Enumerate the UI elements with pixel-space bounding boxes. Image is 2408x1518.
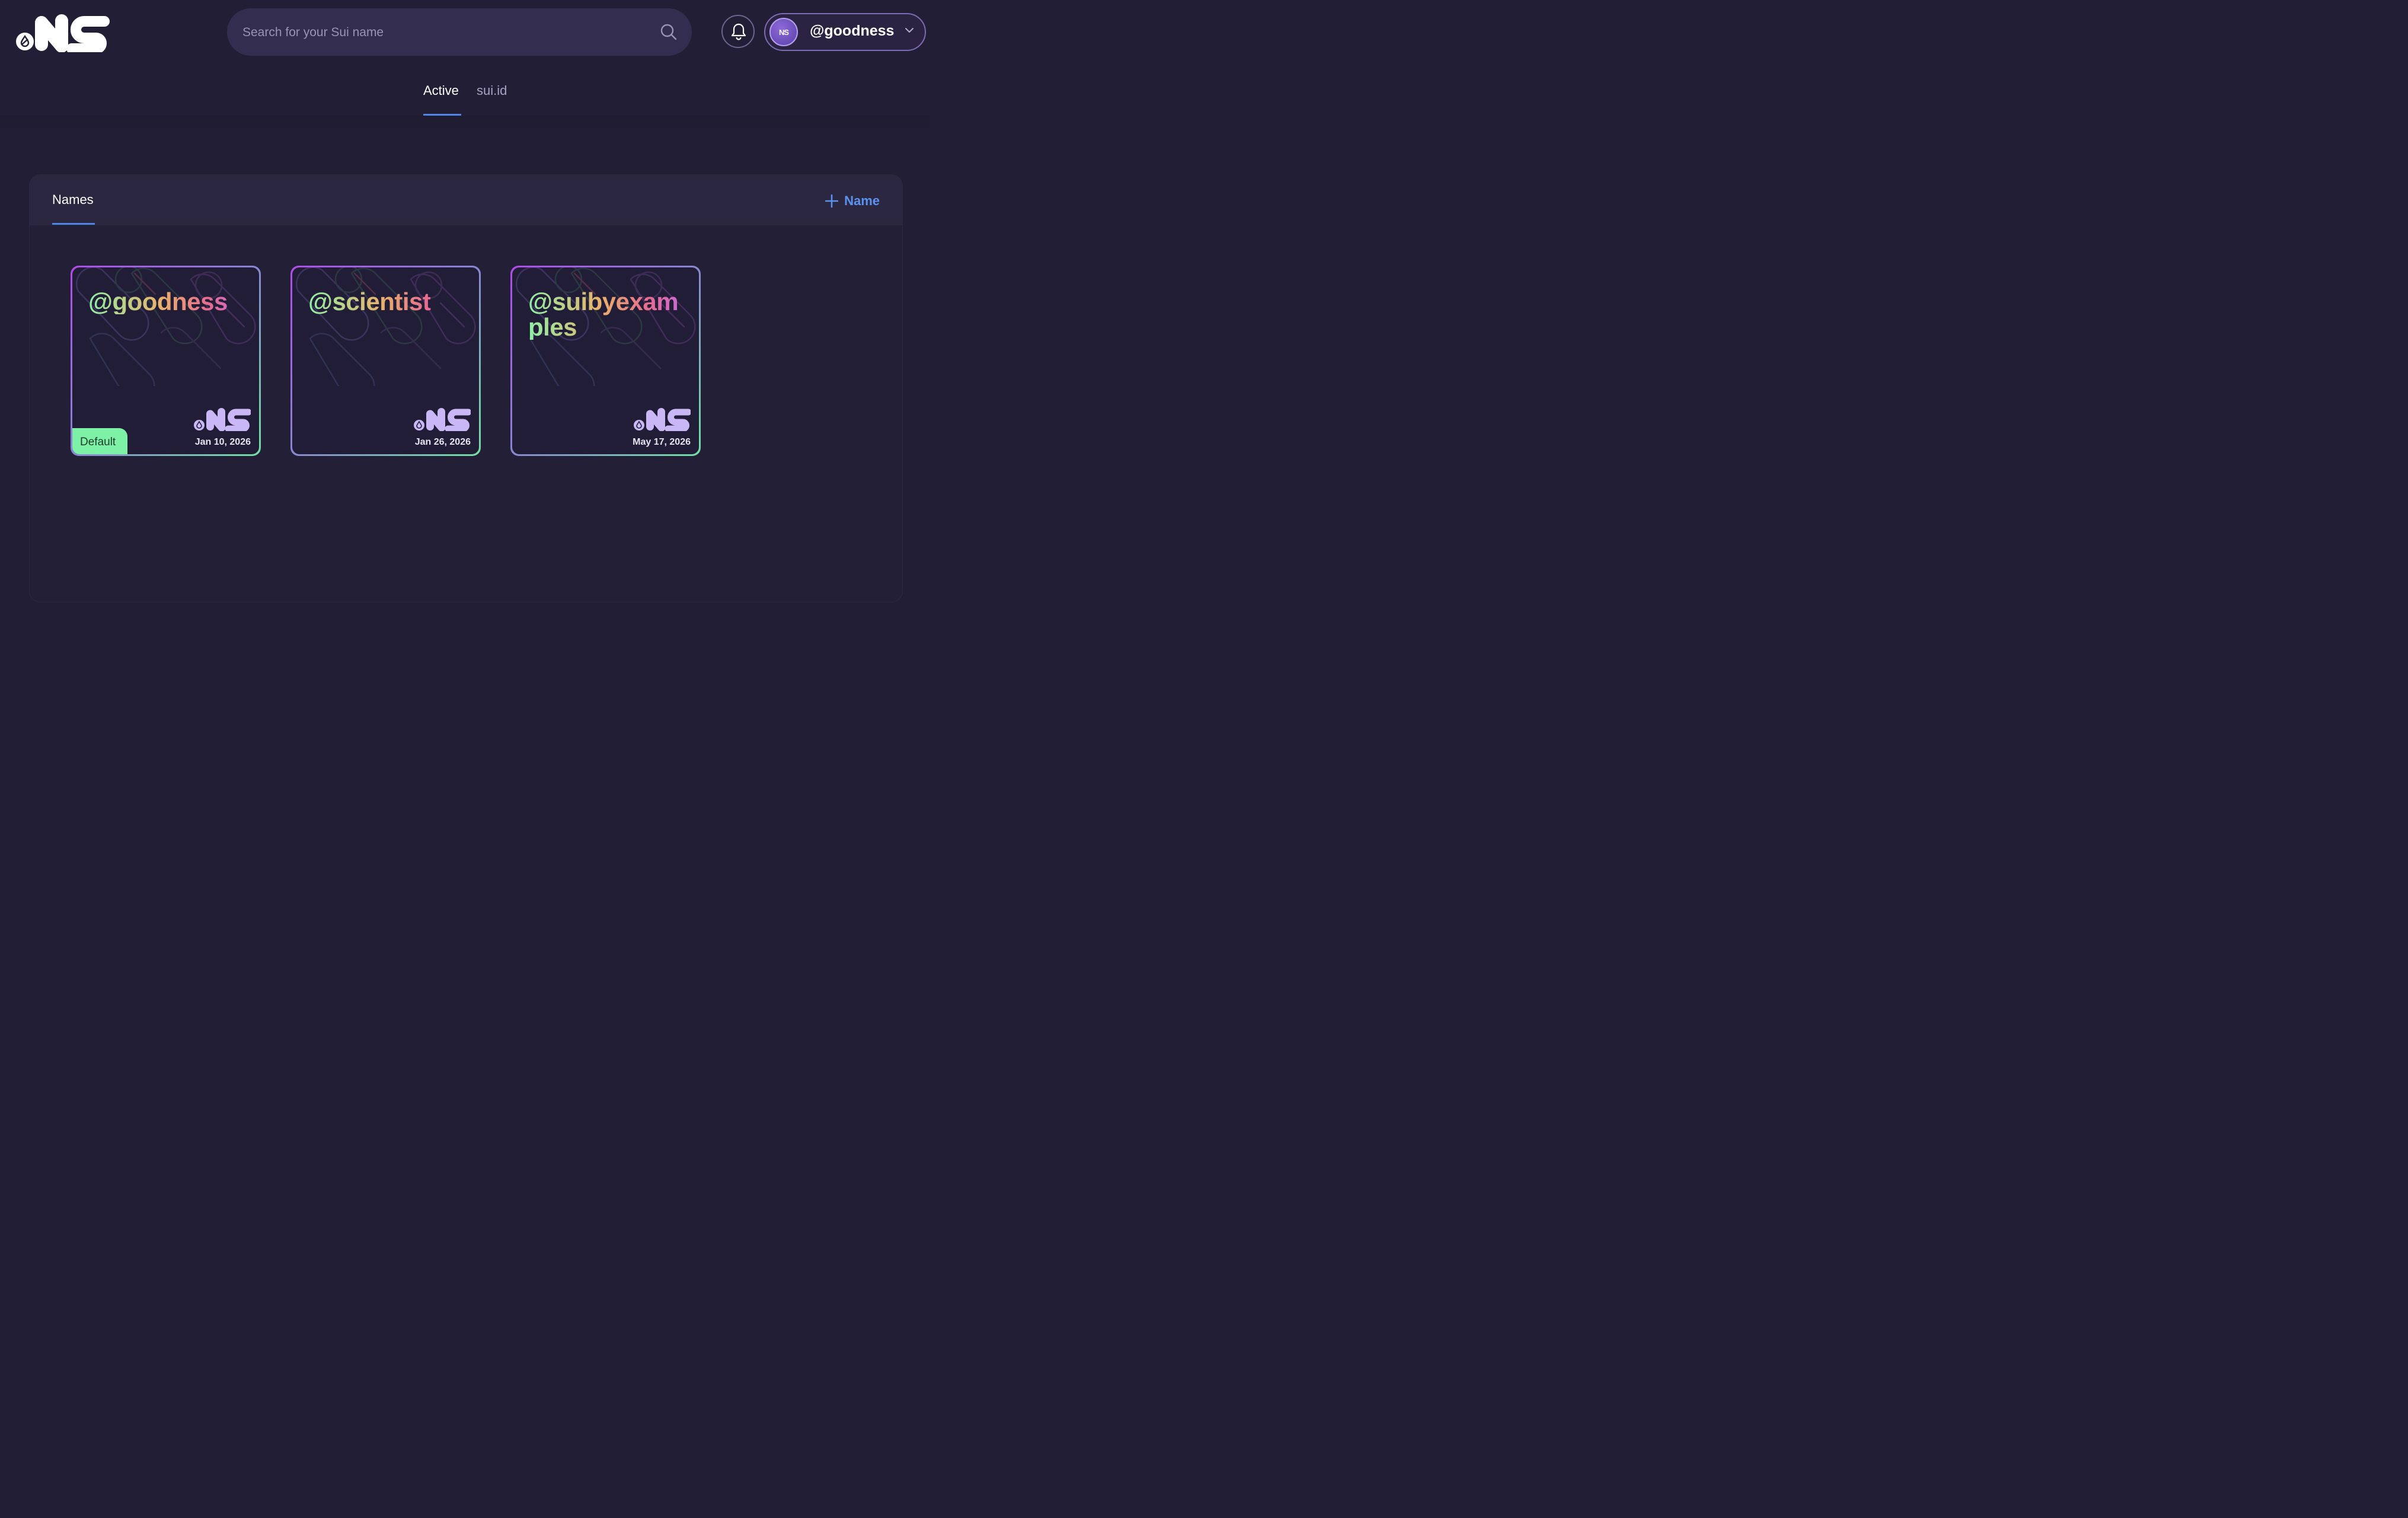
- name-card-goodness[interactable]: @goodness Jan 10, 2026 Default: [71, 266, 261, 456]
- ns-logo-icon: [194, 408, 251, 431]
- card-pattern: [75, 267, 256, 386]
- names-tab-indicator: [52, 223, 95, 225]
- avatar: NS: [769, 18, 798, 46]
- card-expiry-date: Jan 10, 2026: [194, 437, 251, 447]
- name-card-suibyexamples[interactable]: @suibyexamples May 17, 2026: [510, 266, 701, 456]
- card-name: @scientist: [308, 289, 468, 314]
- name-card-scientist[interactable]: @scientist Jan 26, 2026: [290, 266, 481, 456]
- card-expiry-date: May 17, 2026: [633, 437, 691, 447]
- account-menu-button[interactable]: NS @goodness: [764, 13, 926, 51]
- add-name-label: Name: [844, 193, 880, 208]
- tab-active[interactable]: Active: [423, 83, 459, 98]
- tabs-divider: [0, 116, 930, 139]
- ns-logo-icon: [414, 408, 471, 431]
- panel-header: Names Name: [30, 175, 902, 225]
- ns-logo-icon: [634, 408, 691, 431]
- card-name: @goodness: [88, 289, 248, 314]
- search-input[interactable]: [241, 8, 647, 57]
- account-name: @goodness: [810, 23, 895, 39]
- card-pattern: [295, 267, 476, 386]
- search-bar[interactable]: [227, 8, 692, 57]
- search-icon[interactable]: [660, 23, 678, 41]
- chevron-down-icon: [905, 28, 914, 33]
- ns-logo-icon: [16, 14, 110, 54]
- tab-sui-id[interactable]: sui.id: [477, 83, 507, 98]
- avatar-logo-icon: NS: [778, 27, 789, 37]
- tab-names[interactable]: Names: [52, 192, 94, 208]
- notifications-button[interactable]: [721, 15, 755, 48]
- card-expiry-date: Jan 26, 2026: [414, 437, 471, 447]
- card-name: @suibyexamples: [528, 289, 688, 340]
- bell-icon: [731, 23, 746, 40]
- top-tabs: Active sui.id: [0, 77, 930, 119]
- plus-icon: [825, 194, 839, 208]
- default-badge: Default: [72, 428, 127, 454]
- brand-logo[interactable]: [15, 13, 110, 54]
- add-name-button[interactable]: Name: [825, 192, 880, 210]
